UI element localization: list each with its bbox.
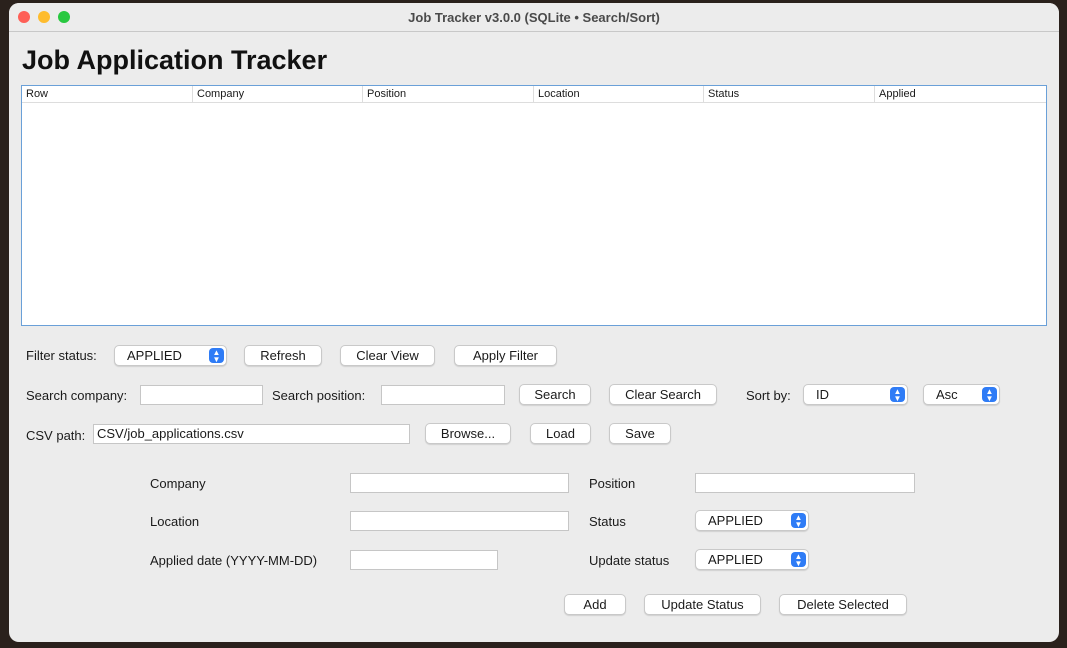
- company-label: Company: [150, 476, 206, 491]
- location-input[interactable]: [350, 511, 569, 531]
- chevron-updown-icon: ▲▼: [791, 513, 806, 528]
- sort-order-value: Asc: [936, 387, 958, 402]
- position-label: Position: [589, 476, 635, 491]
- position-input[interactable]: [695, 473, 915, 493]
- browse-button[interactable]: Browse...: [425, 423, 511, 444]
- update-status-button[interactable]: Update Status: [644, 594, 761, 615]
- csv-path-label: CSV path:: [26, 428, 85, 443]
- sort-by-label: Sort by:: [746, 388, 791, 403]
- chevron-updown-icon: ▲▼: [791, 552, 806, 567]
- sort-by-select[interactable]: ID ▲▼: [803, 384, 908, 405]
- sort-by-value: ID: [816, 387, 829, 402]
- chevron-updown-icon: ▲▼: [982, 387, 997, 402]
- column-header-status[interactable]: Status: [704, 86, 875, 103]
- column-header-position[interactable]: Position: [363, 86, 534, 103]
- refresh-button[interactable]: Refresh: [244, 345, 322, 366]
- applications-table[interactable]: Row Company Position Location Status App…: [21, 85, 1047, 326]
- chevron-updown-icon: ▲▼: [890, 387, 905, 402]
- window-title: Job Tracker v3.0.0 (SQLite • Search/Sort…: [408, 10, 660, 25]
- column-header-row[interactable]: Row: [22, 86, 193, 103]
- app-window: Job Tracker v3.0.0 (SQLite • Search/Sort…: [9, 3, 1059, 642]
- search-position-input[interactable]: [381, 385, 505, 405]
- update-status-label: Update status: [589, 553, 669, 568]
- load-button[interactable]: Load: [530, 423, 591, 444]
- title-bar: Job Tracker v3.0.0 (SQLite • Search/Sort…: [9, 3, 1059, 32]
- filter-status-select[interactable]: APPLIED ▲▼: [114, 345, 227, 366]
- clear-view-button[interactable]: Clear View: [340, 345, 435, 366]
- apply-filter-button[interactable]: Apply Filter: [454, 345, 557, 366]
- chevron-updown-icon: ▲▼: [209, 348, 224, 363]
- sort-order-select[interactable]: Asc ▲▼: [923, 384, 1000, 405]
- add-button[interactable]: Add: [564, 594, 626, 615]
- update-status-value: APPLIED: [708, 552, 763, 567]
- delete-selected-button[interactable]: Delete Selected: [779, 594, 907, 615]
- column-header-location[interactable]: Location: [534, 86, 704, 103]
- zoom-window-button[interactable]: [58, 11, 70, 23]
- clear-search-button[interactable]: Clear Search: [609, 384, 717, 405]
- close-window-button[interactable]: [18, 11, 30, 23]
- column-header-applied[interactable]: Applied: [875, 86, 1046, 103]
- filter-status-value: APPLIED: [127, 348, 182, 363]
- status-value: APPLIED: [708, 513, 763, 528]
- save-button[interactable]: Save: [609, 423, 671, 444]
- search-button[interactable]: Search: [519, 384, 591, 405]
- applied-date-label: Applied date (YYYY-MM-DD): [150, 553, 317, 568]
- location-label: Location: [150, 514, 199, 529]
- minimize-window-button[interactable]: [38, 11, 50, 23]
- filter-status-label: Filter status:: [26, 348, 97, 363]
- page-title: Job Application Tracker: [22, 45, 327, 76]
- update-status-select[interactable]: APPLIED ▲▼: [695, 549, 809, 570]
- search-company-label: Search company:: [26, 388, 127, 403]
- search-position-label: Search position:: [272, 388, 365, 403]
- status-label: Status: [589, 514, 626, 529]
- csv-path-input[interactable]: CSV/job_applications.csv: [93, 424, 410, 444]
- search-company-input[interactable]: [140, 385, 263, 405]
- column-header-company[interactable]: Company: [193, 86, 363, 103]
- status-select[interactable]: APPLIED ▲▼: [695, 510, 809, 531]
- company-input[interactable]: [350, 473, 569, 493]
- applied-date-input[interactable]: [350, 550, 498, 570]
